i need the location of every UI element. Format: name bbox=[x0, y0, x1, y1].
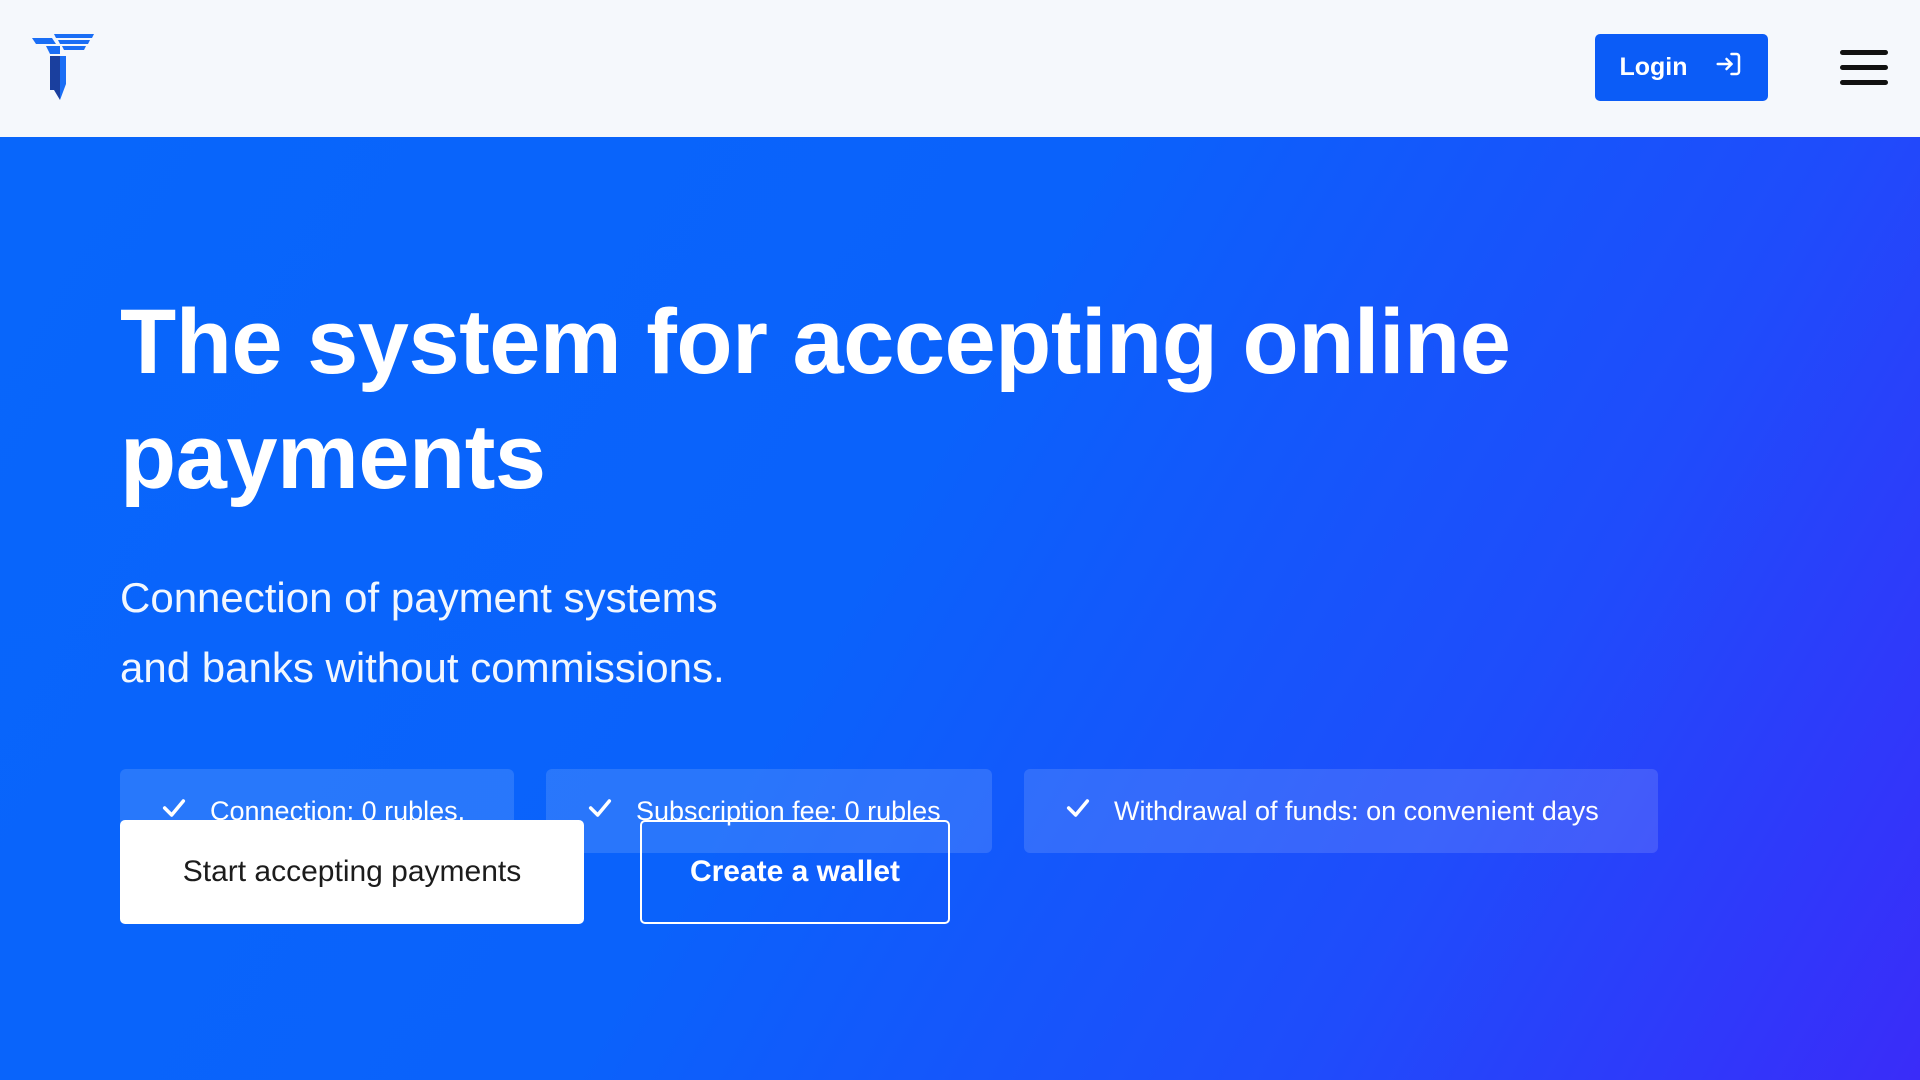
hamburger-menu-icon[interactable] bbox=[1840, 50, 1888, 86]
login-button[interactable]: Login bbox=[1595, 34, 1768, 101]
hero-subtitle-line: Connection of payment systems bbox=[120, 574, 718, 621]
hero-title: The system for accepting online payments bbox=[120, 291, 1511, 508]
menu-bar bbox=[1840, 50, 1888, 55]
create-wallet-button[interactable]: Create a wallet bbox=[640, 820, 950, 924]
login-arrow-icon bbox=[1714, 49, 1744, 86]
menu-bar bbox=[1840, 80, 1888, 85]
site-header: Login bbox=[0, 0, 1920, 137]
hero-section: The system for accepting online payments… bbox=[0, 137, 1920, 1080]
hero-subtitle: Connection of payment systems and banks … bbox=[120, 563, 1020, 703]
check-icon bbox=[586, 794, 636, 829]
brand-logo-icon[interactable] bbox=[32, 34, 94, 100]
hero-subtitle-line: and banks without commissions. bbox=[120, 644, 725, 691]
menu-bar bbox=[1840, 65, 1888, 70]
feature-badge: Withdrawal of funds: on convenient days bbox=[1024, 769, 1658, 853]
check-icon bbox=[1064, 794, 1114, 829]
login-label: Login bbox=[1619, 53, 1688, 81]
feature-label: Withdrawal of funds: on convenient days bbox=[1114, 795, 1599, 826]
start-accepting-payments-button[interactable]: Start accepting payments bbox=[120, 820, 584, 924]
